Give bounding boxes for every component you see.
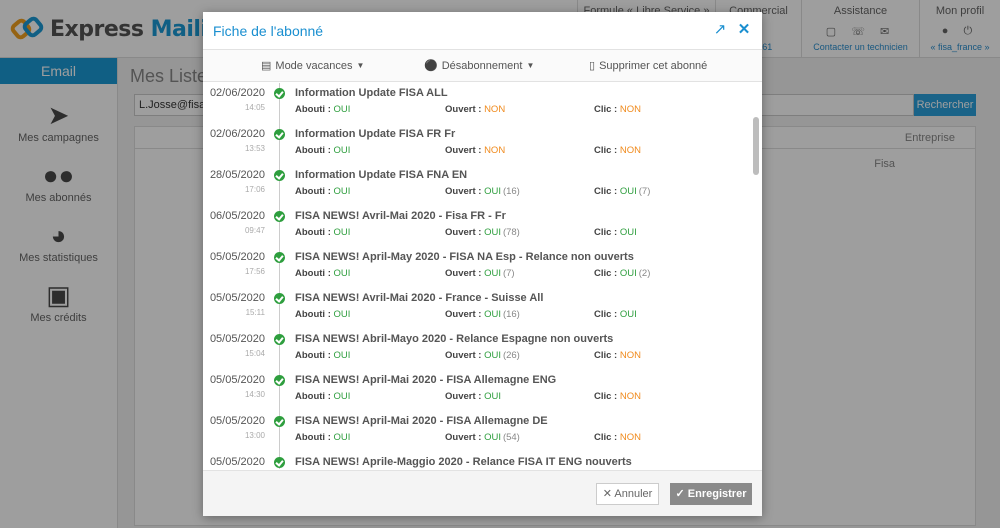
entry-subject: FISA NEWS! Abril-Mayo 2020 - Relance Esp… [295,333,614,345]
entry-date: 05/05/2020 [209,251,265,263]
check-circle-icon [274,375,285,386]
entry-time: 15:11 [245,308,265,317]
entry-clic: Clic : OUI [594,227,637,238]
save-button[interactable]: ✓ Enregistrer [670,483,752,505]
entry-ouvert: Ouvert : OUI (78) [445,227,520,238]
check-circle-icon [274,88,285,99]
entry-clic: Clic : NON [594,391,641,402]
entry-ouvert: Ouvert : OUI (26) [445,350,520,361]
modal-header: Fiche de l'abonné ↗ ✕ [203,12,762,50]
entry-subject: Information Update FISA FR Fr [295,128,456,140]
entry-ouvert: Ouvert : NON [445,145,506,156]
history-entry: 05/05/2020 14:30 FISA NEWS! April-Mai 2020… [203,370,748,411]
entry-abouti: Abouti : OUI [295,432,351,443]
delete-subscriber-button[interactable]: ▯ Supprimer cet abonné [589,59,707,72]
entry-time: 09:47 [244,226,265,235]
entry-subject: FISA NEWS! April-May 2020 - FISA NA Esp … [295,251,634,263]
entry-ouvert: Ouvert : OUI (54) [445,432,520,443]
entry-ouvert: Ouvert : OUI (7) [445,268,515,279]
history-entry: 02/06/2020 13:53 Information Update FISA F… [203,124,748,165]
entry-clic: Clic : NON [594,432,641,443]
close-icon[interactable]: ✕ [736,22,752,38]
trash-icon: ▯ [589,60,596,72]
check-circle-icon [274,457,285,468]
check-circle-icon [274,129,285,140]
entry-subject: FISA NEWS! April-Mai 2020 - FISA Allemag… [295,415,548,427]
subscriber-modal: Fiche de l'abonné ↗ ✕ ▤ Mode vacances ▼ ⚫ D… [203,12,762,516]
entry-subject: FISA NEWS! Avril-Mai 2020 - Fisa FR - Fr [295,210,506,222]
entry-time: 14:30 [244,390,265,399]
caret-down-icon: ▼ [526,61,535,70]
history-entry: 05/05/2020 15:04 FISA NEWS! Abril-Mayo 202… [203,329,748,370]
entry-date: 05/05/2020 [209,333,265,345]
external-link-icon[interactable]: ↗ [712,22,728,38]
entry-date: 02/06/2020 [209,128,265,140]
entry-abouti: Abouti : OUI [295,227,351,238]
caret-down-icon: ▼ [356,61,365,70]
entry-subject: FISA NEWS! Avril-Mai 2020 - France - Sui… [295,292,544,304]
entry-clic: Clic : NON [594,104,641,115]
entry-time: 15:04 [244,349,265,358]
history-entry: 06/05/2020 09:47 FISA NEWS! Avril-Mai 2020… [203,206,748,247]
vacation-mode-dropdown[interactable]: ▤ Mode vacances ▼ [261,59,364,72]
entry-date: 28/05/2020 [209,169,265,181]
entry-ouvert: Ouvert : OUI [445,391,501,402]
history-entry: 05/05/2020 15:11 FISA NEWS! Avril-Mai 2020… [203,288,748,329]
entry-clic: Clic : OUI (2) [594,268,651,279]
scrollbar-thumb[interactable] [753,117,759,175]
entry-time: 17:56 [244,267,265,276]
entry-subject: Information Update FISA ALL [295,87,448,99]
entry-abouti: Abouti : OUI [295,104,351,115]
entry-subject: FISA NEWS! Aprile-Maggio 2020 - Relance … [295,456,632,468]
check-circle-icon [274,416,285,427]
entry-clic: Clic : NON [594,145,641,156]
modal-footer: ✕ Annuler ✓ Enregistrer [203,470,762,516]
image-icon: ▤ [261,60,272,72]
entry-abouti: Abouti : OUI [295,309,351,320]
close-icon: ✕ [602,488,612,500]
cancel-button[interactable]: ✕ Annuler [596,483,659,505]
entry-date: 05/05/2020 [209,374,265,386]
entry-abouti: Abouti : OUI [295,186,351,197]
entry-abouti: Abouti : OUI [295,391,351,402]
entry-date: 05/05/2020 [209,456,265,468]
entry-abouti: Abouti : OUI [295,268,351,279]
history-entry: 05/05/2020 13:00 FISA NEWS! April-Mai 2020… [203,411,748,452]
check-circle-icon [274,293,285,304]
scrollbar[interactable] [750,83,762,469]
entry-clic: Clic : OUI [594,309,637,320]
entry-date: 02/06/2020 [209,87,265,99]
modal-title: Fiche de l'abonné [213,23,324,39]
unsubscribe-dropdown[interactable]: ⚫ Désabonnement ▼ [424,59,534,72]
check-circle-icon [274,211,285,222]
entry-date: 06/05/2020 [209,210,265,222]
history-entry: 02/06/2020 14:05 Information Update FISA A… [203,83,748,124]
entry-subject: Information Update FISA FNA EN [295,169,468,181]
entry-time: 13:53 [244,144,265,153]
entry-time: 17:06 [244,185,265,194]
entry-date: 05/05/2020 [209,292,265,304]
check-circle-icon [274,170,285,181]
check-circle-icon [274,252,285,263]
entry-abouti: Abouti : OUI [295,350,351,361]
entry-ouvert: Ouvert : OUI (16) [445,309,520,320]
history-entry: 05/05/2020 FISA NEWS! Aprile-Maggio 2020 … [203,452,748,469]
entry-clic: Clic : OUI (7) [594,186,651,197]
entry-abouti: Abouti : OUI [295,145,351,156]
entry-ouvert: Ouvert : NON [445,104,506,115]
entry-subject: FISA NEWS! April-Mai 2020 - FISA Allemag… [295,374,557,386]
entry-clic: Clic : NON [594,350,641,361]
entry-ouvert: Ouvert : OUI (16) [445,186,520,197]
entry-time: 13:00 [244,431,265,440]
minus-circle-icon: ⚫ [424,60,438,72]
history-entry: 28/05/2020 17:06 Information Update FISA F… [203,165,748,206]
modal-toolbar: ▤ Mode vacances ▼ ⚫ Désabonnement ▼ ▯ Supprim… [203,50,762,82]
history-entry: 05/05/2020 17:56 FISA NEWS! April-May 2020… [203,247,748,288]
check-icon: ✓ [675,488,685,500]
entry-time: 14:05 [244,103,265,112]
check-circle-icon [274,334,285,345]
entry-date: 05/05/2020 [209,415,265,427]
campaign-history-list[interactable]: 02/06/2020 14:05 Information Update FISA A… [203,83,762,469]
